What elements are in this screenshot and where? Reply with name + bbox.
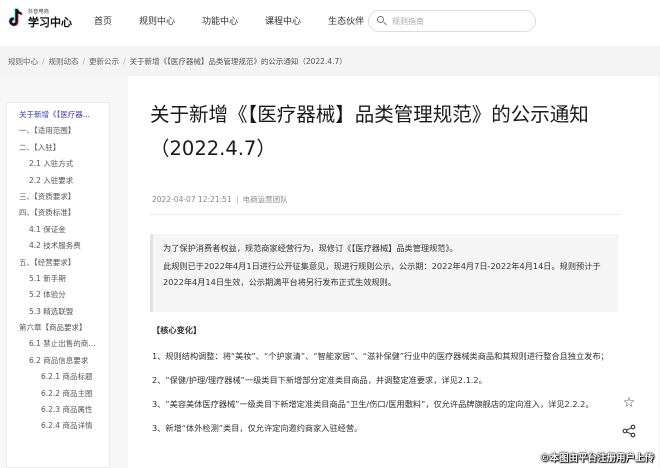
toc-item[interactable]: 6.2.1 商品标题 <box>7 369 109 385</box>
breadcrumb-separator: / <box>82 56 86 66</box>
breadcrumb-separator: / <box>42 56 45 66</box>
upload-watermark: ©本图由平台注册用户上传 <box>539 453 654 464</box>
search-input[interactable] <box>392 16 532 26</box>
article-title: 关于新增《【医疗器械】品类管理规范》的公示通知（2022.4.7） <box>150 103 589 160</box>
toc-item[interactable]: 6.1 禁止出售的商... <box>7 336 109 352</box>
favorite-star-icon[interactable]: ☆ <box>618 392 640 414</box>
quote-paragraph: 此规则已于2022年4月1日进行公开征集意见，现进行规则公示，公示期：2022年… <box>163 261 601 287</box>
publish-date: 2022-04-07 12:21:51 <box>152 195 232 204</box>
toc-item[interactable]: 5.2 体验分 <box>7 287 109 303</box>
article-body: 【核心变化】 1、规则结构调整：将“美妆”、“个护家清”、“智能家居”、“滋补保… <box>152 322 618 444</box>
logo-title: 学习中心 <box>28 16 72 29</box>
notice-quote-block: 为了保护消费者权益，规范商家经营行为，现修订《【医疗器械】品类管理规范》。 此规… <box>150 234 618 312</box>
toc-item[interactable]: 5.3 精选联盟 <box>7 304 109 320</box>
toc-item[interactable]: 6.2.4 商品详情 <box>7 418 109 434</box>
nav-home[interactable]: 首页 <box>94 14 112 27</box>
toc-item[interactable]: 三、【资质要求】 <box>7 189 109 205</box>
change-item: 2、“保健/护理/理疗器械”一级类目下新增部分定准类目商品，并调整定准要求，详见… <box>152 375 487 385</box>
search-icon <box>377 16 387 26</box>
change-item: 3、“美容美体医疗器械”一级类目下新增定准类目商品“卫生/伤口/医用敷料”，仅允… <box>152 399 594 409</box>
toc-item[interactable]: 6.2.2 商品主图 <box>7 386 109 402</box>
search-box[interactable] <box>368 10 536 32</box>
nav-ecosystem-label: 生态伙伴 <box>328 17 365 27</box>
toc-item[interactable]: 4.2 技术服务费 <box>7 238 109 254</box>
toc-item[interactable]: 一、【适用范围】 <box>7 123 109 139</box>
nav-course-center[interactable]: 课程中心 <box>265 14 301 27</box>
breadcrumb-rules-center[interactable]: 规则中心 <box>8 56 38 67</box>
toc-item[interactable]: 4.1 保证金 <box>7 222 109 238</box>
toc-item[interactable]: 5.1 新手期 <box>7 271 109 287</box>
section-heading: 【核心变化】 <box>152 325 202 335</box>
article: 关于新增《【医疗器械】品类管理规范》的公示通知（2022.4.7） 2022-0… <box>128 76 658 468</box>
toc-item[interactable]: 四、【资质标准】 <box>7 205 109 221</box>
breadcrumb-update-notices[interactable]: 更新公示 <box>89 56 119 67</box>
nav-rules-center[interactable]: 规则中心 <box>139 14 175 27</box>
nav-ecosystem-partners[interactable]: 生态伙伴⌄ <box>328 14 374 27</box>
site-logo[interactable]: 抖音电商 学习中心 <box>8 8 72 30</box>
logo-subtitle: 抖音电商 <box>28 9 50 15</box>
toc-item[interactable]: 2.2 入驻要求 <box>7 173 109 189</box>
title-divider <box>150 214 620 215</box>
toc-item[interactable]: 6.2.3 商品属性 <box>7 402 109 418</box>
change-item: 3、新增“体外检测”类目，仅允许定向邀约商家入驻经营。 <box>152 423 363 433</box>
toc-item[interactable]: 第六章【商品要求】 <box>7 320 109 336</box>
douyin-logo-icon <box>8 8 24 30</box>
main-content: 关于新增《【医疗器... 一、【适用范围】 二、【入驻】 2.1 入驻方式 2.… <box>0 76 660 468</box>
meta-divider <box>236 195 238 204</box>
breadcrumb: 规则中心 / 规则动态 / 更新公示 / 关于新增《【医疗器械】品类管理规范》的… <box>0 46 660 76</box>
nav-feature-center[interactable]: 功能中心 <box>202 14 238 27</box>
article-meta: 2022-04-07 12:21:51 电商运营团队 <box>152 194 288 205</box>
share-icon[interactable] <box>618 420 640 442</box>
toc-item[interactable]: 6.2 商品信息要求 <box>7 353 109 369</box>
table-of-contents: 关于新增《【医疗器... 一、【适用范围】 二、【入驻】 2.1 入驻方式 2.… <box>6 102 110 468</box>
toc-item[interactable]: 五、【经营要求】 <box>7 255 109 271</box>
top-header: 抖音电商 学习中心 首页 规则中心 功能中心 课程中心 生态伙伴⌄ <box>0 0 660 42</box>
main-nav: 首页 规则中心 功能中心 课程中心 生态伙伴⌄ <box>94 14 401 27</box>
breadcrumb-separator: / <box>123 56 126 66</box>
change-item: 1、规则结构调整：将“美妆”、“个护家清”、“智能家居”、“滋补保健”行业中的医… <box>152 351 609 361</box>
breadcrumb-rule-updates[interactable]: 规则动态 <box>49 56 79 67</box>
quote-paragraph: 为了保护消费者权益，规范商家经营行为，现修订《【医疗器械】品类管理规范》。 <box>163 243 458 253</box>
toc-item[interactable]: 二、【入驻】 <box>7 140 109 156</box>
article-author: 电商运营团队 <box>242 195 288 204</box>
toc-item[interactable]: 关于新增《【医疗器... <box>7 107 109 123</box>
toc-item[interactable]: 2.1 入驻方式 <box>7 156 109 172</box>
breadcrumb-current-page: 关于新增《【医疗器械】品类管理规范》的公示通知（2022.4.7） <box>129 56 347 66</box>
